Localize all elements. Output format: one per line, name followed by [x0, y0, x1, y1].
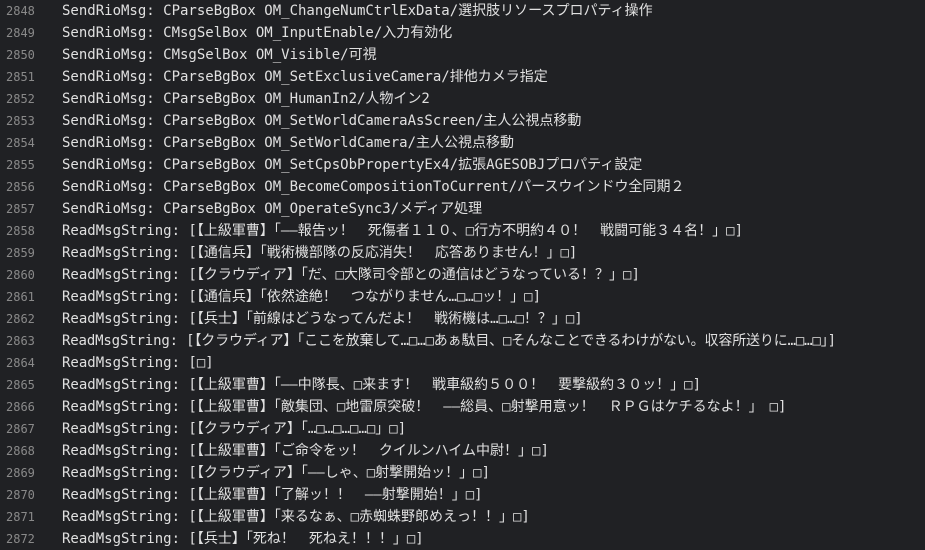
line-number: 2851: [6, 70, 35, 84]
log-text: ReadMsgString: [【上級軍曹】「――中隊長、□来ます！ 戦車級約５…: [62, 377, 702, 393]
log-line: 2850 SendRioMsg: CMsgSelBox OM_Visible/可…: [0, 44, 925, 66]
log-line: 2858 ReadMsgString: [【上級軍曹】「――報告ッ！ 死傷者１１…: [0, 220, 925, 242]
log-text: ReadMsgString: [【クラウディア】「…□…□…□…□」□]: [62, 421, 407, 437]
log-line: 2865 ReadMsgString: [【上級軍曹】「――中隊長、□来ます！ …: [0, 374, 925, 396]
log-text: ReadMsgString: [□]: [62, 355, 214, 371]
log-line: 2856 SendRioMsg: CParseBgBox OM_BecomeCo…: [0, 176, 925, 198]
log-text: SendRioMsg: CParseBgBox OM_OperateSync3/…: [62, 201, 483, 217]
line-number: 2859: [6, 246, 35, 260]
line-number: 2853: [6, 114, 35, 128]
log-text: SendRioMsg: CParseBgBox OM_HumanIn2/人物イン…: [62, 91, 430, 107]
line-number: 2870: [6, 488, 35, 502]
log-line: 2863 ReadMsgString: [【クラウディア】「ここを放棄して…□……: [0, 330, 925, 352]
log-line: 2859 ReadMsgString: [【通信兵】「戦術機部隊の反応消失！ 応…: [0, 242, 925, 264]
line-number: 2855: [6, 158, 35, 172]
log-text: SendRioMsg: CParseBgBox OM_SetCpsObPrope…: [62, 157, 643, 173]
line-number: 2860: [6, 268, 35, 282]
log-text: ReadMsgString: [【兵士】「死ね！ 死ねえ！！！」□]: [62, 531, 424, 547]
line-number: 2869: [6, 466, 35, 480]
log-text: SendRioMsg: CParseBgBox OM_SetWorldCamer…: [62, 113, 582, 129]
line-number: 2863: [6, 334, 35, 348]
log-line: 2862 ReadMsgString: [【兵士】「前線はどうなってんだよ！ 戦…: [0, 308, 925, 330]
log-line: 2853 SendRioMsg: CParseBgBox OM_SetWorld…: [0, 110, 925, 132]
log-text: ReadMsgString: [【クラウディア】「――しゃ、□射撃開始ッ！」□]: [62, 465, 491, 481]
log-text: ReadMsgString: [【上級軍曹】「敵集団、□地雷原突破！ ――総員、…: [62, 399, 787, 415]
line-number: 2848: [6, 4, 35, 18]
log-text: ReadMsgString: [【通信兵】「戦術機部隊の反応消失！ 応答ありませ…: [62, 245, 578, 261]
log-text: SendRioMsg: CMsgSelBox OM_Visible/可視: [62, 47, 377, 63]
log-line: 2848 SendRioMsg: CParseBgBox OM_ChangeNu…: [0, 0, 925, 22]
log-line: 2869 ReadMsgString: [【クラウディア】「――しゃ、□射撃開始…: [0, 462, 925, 484]
line-number: 2861: [6, 290, 35, 304]
log-text: SendRioMsg: CMsgSelBox OM_InputEnable/入力…: [62, 25, 453, 41]
log-line: 2851 SendRioMsg: CParseBgBox OM_SetExclu…: [0, 66, 925, 88]
log-text: ReadMsgString: [【上級軍曹】「――報告ッ！ 死傷者１１０、□行方…: [62, 223, 744, 239]
log-text: ReadMsgString: [【クラウディア】「だ、□大隊司令部との通信はどう…: [62, 267, 640, 283]
log-text: ReadMsgString: [【上級軍曹】「ご命令をッ！ クイルンハイム中尉！…: [62, 443, 549, 459]
line-number: 2866: [6, 400, 35, 414]
log-viewer[interactable]: 2848 SendRioMsg: CParseBgBox OM_ChangeNu…: [0, 0, 925, 550]
log-text: ReadMsgString: [【クラウディア】「ここを放棄して…□…□あぁ駄目…: [62, 333, 836, 349]
log-line: 2855 SendRioMsg: CParseBgBox OM_SetCpsOb…: [0, 154, 925, 176]
log-text: ReadMsgString: [【上級軍曹】「了解ッ！！ ――射撃開始！」□]: [62, 487, 483, 503]
line-number: 2849: [6, 26, 35, 40]
line-number: 2854: [6, 136, 35, 150]
line-number: 2864: [6, 356, 35, 370]
log-line: 2852 SendRioMsg: CParseBgBox OM_HumanIn2…: [0, 88, 925, 110]
log-line: 2872 ReadMsgString: [【兵士】「死ね！ 死ねえ！！！」□]: [0, 528, 925, 550]
log-line: 2849 SendRioMsg: CMsgSelBox OM_InputEnab…: [0, 22, 925, 44]
log-text: SendRioMsg: CParseBgBox OM_BecomeComposi…: [62, 179, 685, 195]
line-number: 2862: [6, 312, 35, 326]
line-number: 2850: [6, 48, 35, 62]
log-line: 2870 ReadMsgString: [【上級軍曹】「了解ッ！！ ――射撃開始…: [0, 484, 925, 506]
log-text: ReadMsgString: [【兵士】「前線はどうなってんだよ！ 戦術機は…□…: [62, 311, 583, 327]
log-line: 2868 ReadMsgString: [【上級軍曹】「ご命令をッ！ クイルンハ…: [0, 440, 925, 462]
log-text: SendRioMsg: CParseBgBox OM_SetWorldCamer…: [62, 135, 515, 151]
line-number: 2858: [6, 224, 35, 238]
line-number: 2868: [6, 444, 35, 458]
log-line: 2867 ReadMsgString: [【クラウディア】「…□…□…□…□」□…: [0, 418, 925, 440]
log-line: 2861 ReadMsgString: [【通信兵】「依然途絶！ つながりません…: [0, 286, 925, 308]
log-line: 2866 ReadMsgString: [【上級軍曹】「敵集団、□地雷原突破！ …: [0, 396, 925, 418]
log-text: SendRioMsg: CParseBgBox OM_ChangeNumCtrl…: [62, 3, 653, 19]
line-number: 2856: [6, 180, 35, 194]
log-line: 2857 SendRioMsg: CParseBgBox OM_OperateS…: [0, 198, 925, 220]
line-number: 2871: [6, 510, 35, 524]
log-text: SendRioMsg: CParseBgBox OM_SetExclusiveC…: [62, 69, 548, 85]
line-number: 2852: [6, 92, 35, 106]
line-number: 2872: [6, 532, 35, 546]
log-line: 2864 ReadMsgString: [□]: [0, 352, 925, 374]
log-line: 2854 SendRioMsg: CParseBgBox OM_SetWorld…: [0, 132, 925, 154]
log-line: 2871 ReadMsgString: [【上級軍曹】「来るなぁ、□赤蜘蛛野郎め…: [0, 506, 925, 528]
log-text: ReadMsgString: [【通信兵】「依然途絶！ つながりません…□…□ッ…: [62, 289, 542, 305]
log-text: ReadMsgString: [【上級軍曹】「来るなぁ、□赤蜘蛛野郎めえっ！！」…: [62, 509, 530, 525]
log-line: 2860 ReadMsgString: [【クラウディア】「だ、□大隊司令部との…: [0, 264, 925, 286]
line-number: 2867: [6, 422, 35, 436]
line-number: 2857: [6, 202, 35, 216]
line-number: 2865: [6, 378, 35, 392]
